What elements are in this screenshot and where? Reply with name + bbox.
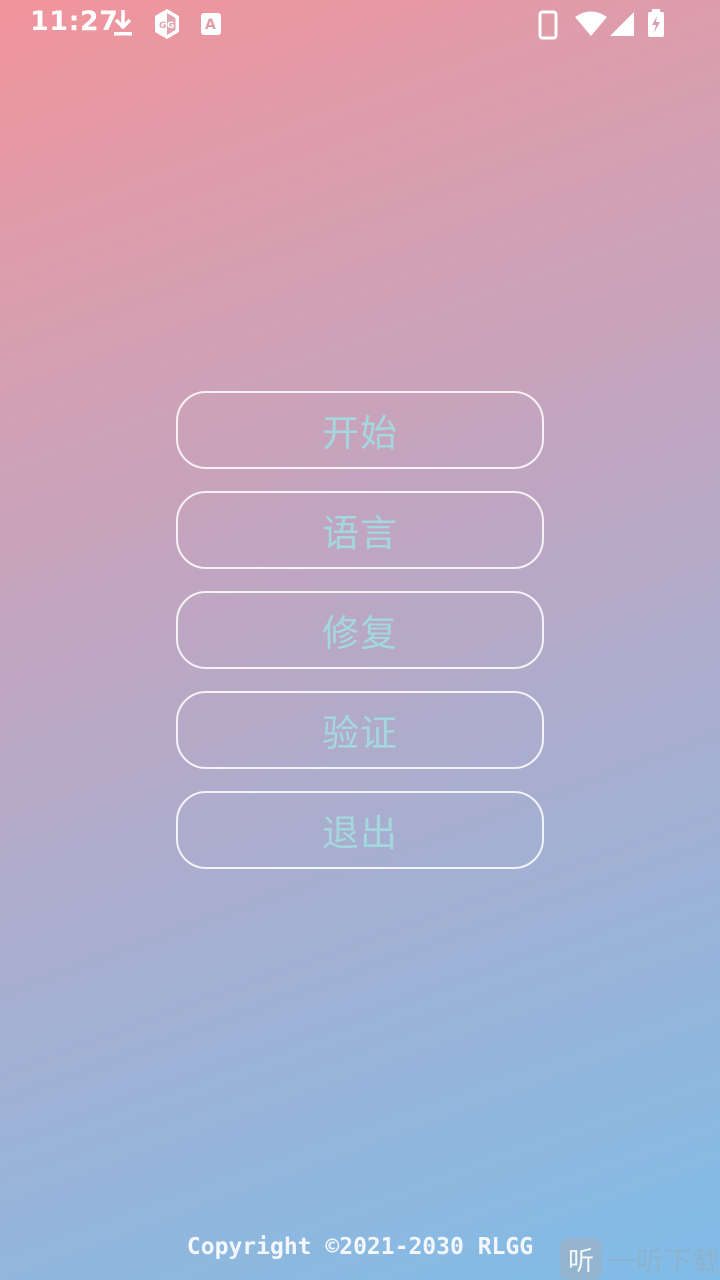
battery-charging-icon	[648, 9, 664, 37]
gg-app-icon: G G	[155, 9, 179, 39]
svg-text:A: A	[205, 17, 216, 33]
main-menu: 开始 语言 修复 验证 退出	[176, 391, 544, 891]
svg-text:G: G	[159, 21, 166, 31]
watermark-text: 一听下载	[608, 1245, 720, 1278]
exit-button[interactable]: 退出	[176, 791, 544, 869]
signal-icon	[610, 12, 634, 36]
language-button[interactable]: 语言	[176, 491, 544, 569]
status-time: 11:27	[30, 6, 119, 37]
status-bar: 11:27 G G A	[0, 0, 720, 48]
phone-vibrate-icon	[538, 10, 558, 40]
watermark-logo-icon: 听	[560, 1238, 602, 1280]
svg-text:G: G	[167, 21, 174, 31]
verify-button[interactable]: 验证	[176, 691, 544, 769]
watermark: 听 一听下载	[558, 1235, 720, 1280]
wifi-icon	[575, 11, 607, 36]
download-icon	[114, 10, 132, 36]
repair-button[interactable]: 修复	[176, 591, 544, 669]
a-badge-icon: A	[201, 13, 221, 35]
start-button[interactable]: 开始	[176, 391, 544, 469]
